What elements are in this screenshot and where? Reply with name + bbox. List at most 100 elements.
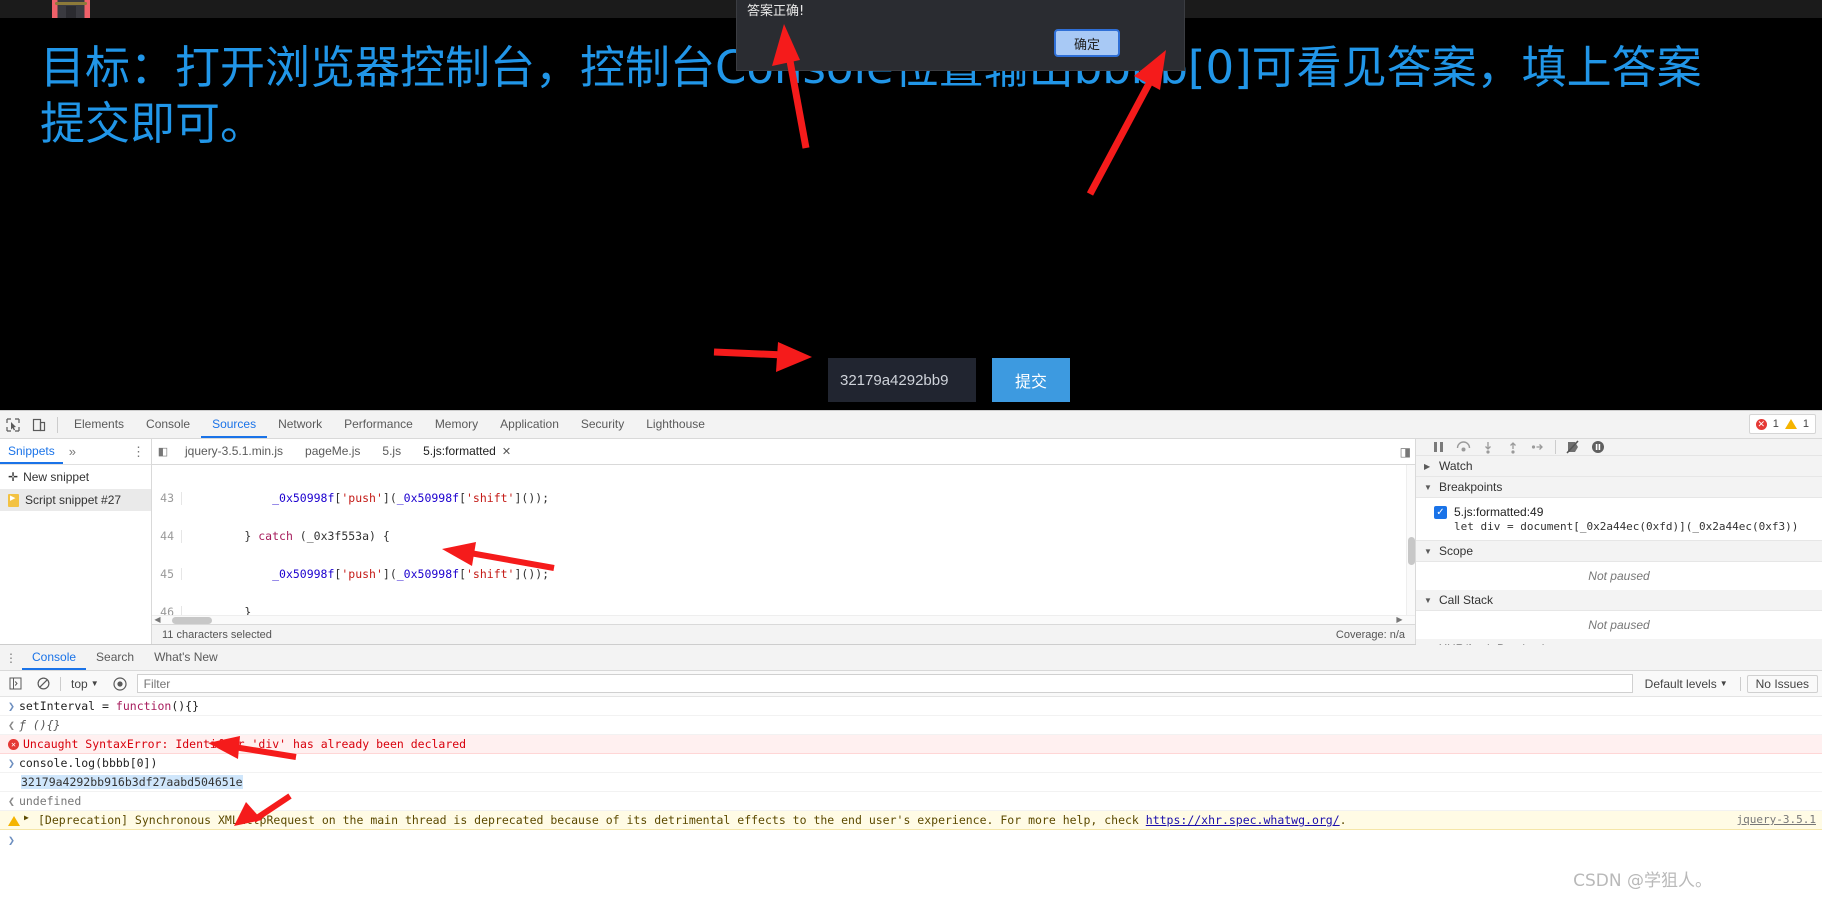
tab-security[interactable]: Security — [570, 411, 635, 438]
step-over-icon[interactable] — [1455, 439, 1471, 455]
step-into-icon[interactable] — [1480, 439, 1496, 455]
console-input-text: console.log(bbbb[0]) — [18, 756, 158, 770]
pause-on-exceptions-icon[interactable] — [1590, 439, 1606, 455]
console-error-row: ✕ Uncaught SyntaxError: Identifier 'div'… — [0, 735, 1822, 754]
drawer-menu-icon[interactable]: ⋮ — [0, 651, 22, 665]
editor-horizontal-scrollbar[interactable] — [152, 615, 1415, 624]
live-expression-icon[interactable] — [109, 673, 131, 695]
drawer-tab-search[interactable]: Search — [86, 645, 144, 670]
warning-icon — [1784, 419, 1797, 429]
execution-context-select[interactable]: top ▼ — [67, 677, 103, 691]
snippet-item[interactable]: Script snippet #27 — [0, 489, 151, 511]
scope-status: Not paused — [1588, 569, 1650, 583]
line-number: 43 — [152, 492, 182, 505]
tab-console[interactable]: Console — [135, 411, 201, 438]
line-number: 45 — [152, 568, 182, 581]
tab-elements[interactable]: Elements — [63, 411, 135, 438]
close-icon[interactable]: ✕ — [502, 446, 511, 458]
section-scope[interactable]: ▼ Scope — [1416, 541, 1822, 562]
file-tab-pageme[interactable]: pageMe.js — [294, 439, 371, 464]
editor-vertical-scrollbar[interactable] — [1406, 465, 1415, 624]
section-call-stack[interactable]: ▼ Call Stack — [1416, 590, 1822, 611]
console-warning-message: [Deprecation] Synchronous XMLHttpRequest… — [38, 813, 1146, 827]
console-input-row[interactable]: ❯ console.log(bbbb[0]) — [0, 754, 1822, 773]
screenshot-root: 目标：打开浏览器控制台，控制台Console位置输出bbbb[0]可看见答案，填… — [0, 0, 1822, 897]
chevron-down-icon: ▼ — [1424, 482, 1432, 492]
step-icon[interactable] — [1530, 439, 1546, 455]
more-tabs-icon[interactable]: » — [63, 444, 82, 459]
chevron-down-icon: ▼ — [1719, 679, 1728, 688]
tab-sources[interactable]: Sources — [201, 411, 267, 438]
console-message-source[interactable]: jquery-3.5.1 — [1737, 813, 1816, 826]
issue-counters[interactable]: ✕ 1 1 — [1748, 414, 1816, 434]
file-tab-5js-formatted[interactable]: 5.js:formatted ✕ — [412, 439, 522, 465]
tab-performance[interactable]: Performance — [333, 411, 424, 438]
line-text: _0x50998f['push'](_0x50998f['shift']()); — [272, 566, 550, 581]
inspect-element-icon[interactable] — [0, 412, 26, 438]
console-drawer: ⋮ Console Search What's New top ▼ Filter… — [0, 644, 1822, 850]
section-breakpoints-label: Breakpoints — [1439, 480, 1503, 494]
plus-icon: ✛ — [8, 470, 19, 484]
no-issues-button[interactable]: No Issues — [1746, 674, 1818, 693]
console-sidebar-icon[interactable] — [4, 673, 26, 695]
alert-ok-button[interactable]: 确定 — [1054, 29, 1120, 57]
section-watch[interactable]: ▶ Watch — [1416, 456, 1822, 477]
section-breakpoints[interactable]: ▼ Breakpoints — [1416, 477, 1822, 498]
breakpoint-code: let div = document[_0x2a44ec(0xfd)](_0x2… — [1454, 520, 1799, 533]
console-input-text: setInterval = function(){} — [18, 699, 200, 713]
chevron-down-icon: ▼ — [1424, 546, 1432, 556]
console-warning-text: [Deprecation] Synchronous XMLHttpRequest… — [38, 813, 1347, 827]
code-line: 45 _0x50998f['push'](_0x50998f['shift'](… — [152, 566, 1415, 581]
collapse-navigator-icon[interactable]: ◧ — [152, 445, 174, 458]
drawer-tab-whats-new[interactable]: What's New — [144, 645, 228, 670]
console-filter-input[interactable] — [136, 674, 1633, 693]
drawer-tab-console[interactable]: Console — [22, 645, 86, 670]
expand-arrow-icon[interactable]: ▶ — [24, 813, 34, 822]
output-arrow-icon: ❮ — [8, 794, 15, 808]
drawer-tab-bar: ⋮ Console Search What's New — [0, 645, 1822, 671]
file-tab-5js-formatted-label: 5.js:formatted — [423, 443, 496, 458]
snippets-pane: Snippets » ⋮ ✛ New snippet Script snippe… — [0, 439, 152, 644]
submit-button[interactable]: 提交 — [992, 358, 1070, 402]
tab-lighthouse[interactable]: Lighthouse — [635, 411, 716, 438]
console-toolbar-divider-2 — [1739, 676, 1741, 691]
answer-input[interactable] — [828, 358, 976, 402]
console-input-row[interactable]: ❯ setInterval = function(){} — [0, 697, 1822, 716]
debugger-toolbar-divider — [1555, 440, 1556, 454]
scrollbar-thumb[interactable] — [1408, 536, 1415, 565]
file-tab-5js[interactable]: 5.js — [371, 439, 412, 464]
step-out-icon[interactable] — [1505, 439, 1521, 455]
tab-application[interactable]: Application — [489, 411, 570, 438]
new-snippet-button[interactable]: ✛ New snippet — [0, 465, 151, 489]
section-scope-label: Scope — [1439, 544, 1474, 558]
line-number: 44 — [152, 530, 182, 543]
page-thumbnail-image — [52, 0, 90, 18]
file-tab-jquery[interactable]: jquery-3.5.1.min.js — [174, 439, 294, 464]
device-toolbar-icon[interactable] — [26, 412, 52, 438]
tab-memory[interactable]: Memory — [424, 411, 489, 438]
pause-script-icon[interactable] — [1430, 439, 1446, 455]
code-line: 43 _0x50998f['push'](_0x50998f['shift'](… — [152, 492, 1415, 505]
clear-console-icon[interactable] — [32, 673, 54, 695]
deactivate-breakpoints-icon[interactable] — [1565, 439, 1581, 455]
scroll-left-icon[interactable]: ◀ — [152, 615, 163, 624]
input-arrow-icon: ❯ — [8, 699, 15, 713]
console-levels-select[interactable]: Default levels ▼ — [1639, 677, 1734, 691]
expand-debugger-icon[interactable]: ◨ — [1400, 445, 1411, 459]
console-prompt[interactable]: ❯ — [0, 830, 1822, 850]
console-log-answer[interactable]: 32179a4292bb916b3df27aabd504651e — [21, 775, 243, 789]
new-snippet-label: New snippet — [23, 470, 90, 484]
debugger-toolbar — [1416, 439, 1822, 456]
section-call-stack-label: Call Stack — [1439, 593, 1494, 607]
tab-network[interactable]: Network — [267, 411, 333, 438]
editor-status-bar: 11 characters selected Coverage: n/a — [152, 624, 1415, 644]
tab-snippets[interactable]: Snippets — [0, 439, 63, 464]
scrollbar-thumb[interactable] — [172, 617, 212, 624]
code-editor[interactable]: 43 _0x50998f['push'](_0x50998f['shift'](… — [152, 465, 1415, 624]
breakpoint-checkbox[interactable]: ✓ — [1434, 506, 1447, 519]
snippets-menu-icon[interactable]: ⋮ — [132, 439, 145, 464]
file-tab-bar: ◧ jquery-3.5.1.min.js pageMe.js 5.js 5.j… — [152, 439, 1415, 465]
console-warning-link[interactable]: https://xhr.spec.whatwg.org/ — [1146, 813, 1340, 827]
breakpoint-row[interactable]: ✓ 5.js:formatted:49 let div = document[_… — [1424, 502, 1814, 536]
scroll-right-icon[interactable]: ▶ — [1394, 615, 1405, 624]
